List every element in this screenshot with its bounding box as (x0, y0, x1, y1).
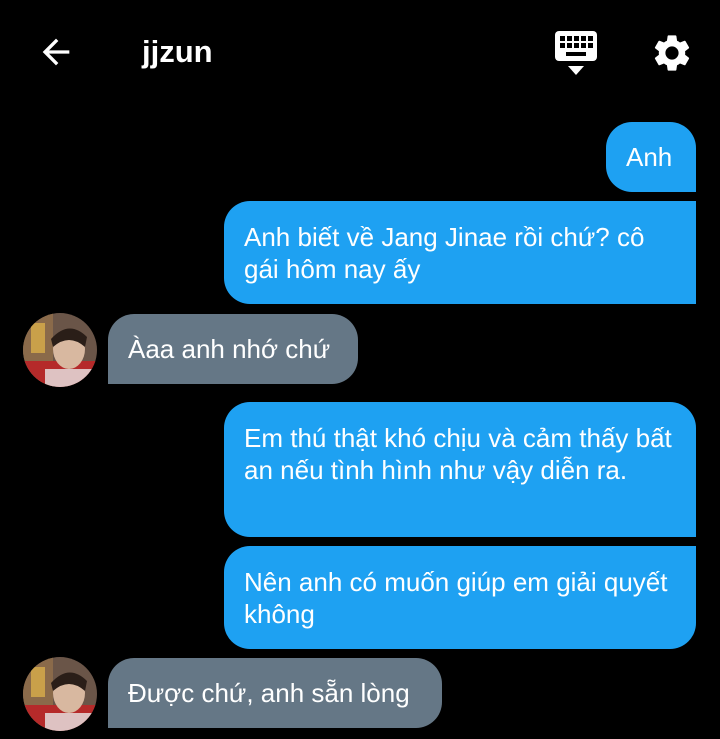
conversation-title: jjzun (142, 34, 213, 69)
message-text: Anh biết về Jang Jinae rồi chứ? cô gái h… (244, 222, 645, 284)
contact-avatar[interactable] (23, 313, 97, 387)
message-bubble-sent[interactable]: Em thú thật khó chịu và cảm thấy bất an … (224, 402, 696, 537)
message-bubble-received[interactable]: Àaa anh nhớ chứ (108, 314, 358, 384)
back-button[interactable] (30, 30, 82, 74)
gear-icon (654, 35, 690, 71)
message-bubble-received[interactable]: Được chứ, anh sẵn lòng (108, 658, 442, 728)
message-bubble-sent[interactable]: Nên anh có muốn giúp em giải quyết không (224, 546, 696, 649)
contact-avatar[interactable] (23, 657, 97, 731)
message-text: Àaa anh nhớ chứ (128, 334, 331, 364)
message-text: Em thú thật khó chịu và cảm thấy bất an … (244, 423, 672, 485)
settings-button[interactable] (646, 28, 698, 78)
app-header: jjzun (0, 0, 720, 105)
message-text: Anh (626, 142, 673, 172)
message-bubble-sent[interactable]: Anh biết về Jang Jinae rồi chứ? cô gái h… (224, 201, 696, 304)
message-text: Được chứ, anh sẵn lòng (128, 678, 410, 708)
arrow-left-icon (42, 38, 70, 66)
message-text: Nên anh có muốn giúp em giải quyết không (244, 567, 668, 629)
keyboard-button[interactable] (550, 28, 602, 78)
keyboard-hide-icon (555, 31, 597, 75)
message-bubble-sent[interactable]: Anh (606, 122, 696, 192)
